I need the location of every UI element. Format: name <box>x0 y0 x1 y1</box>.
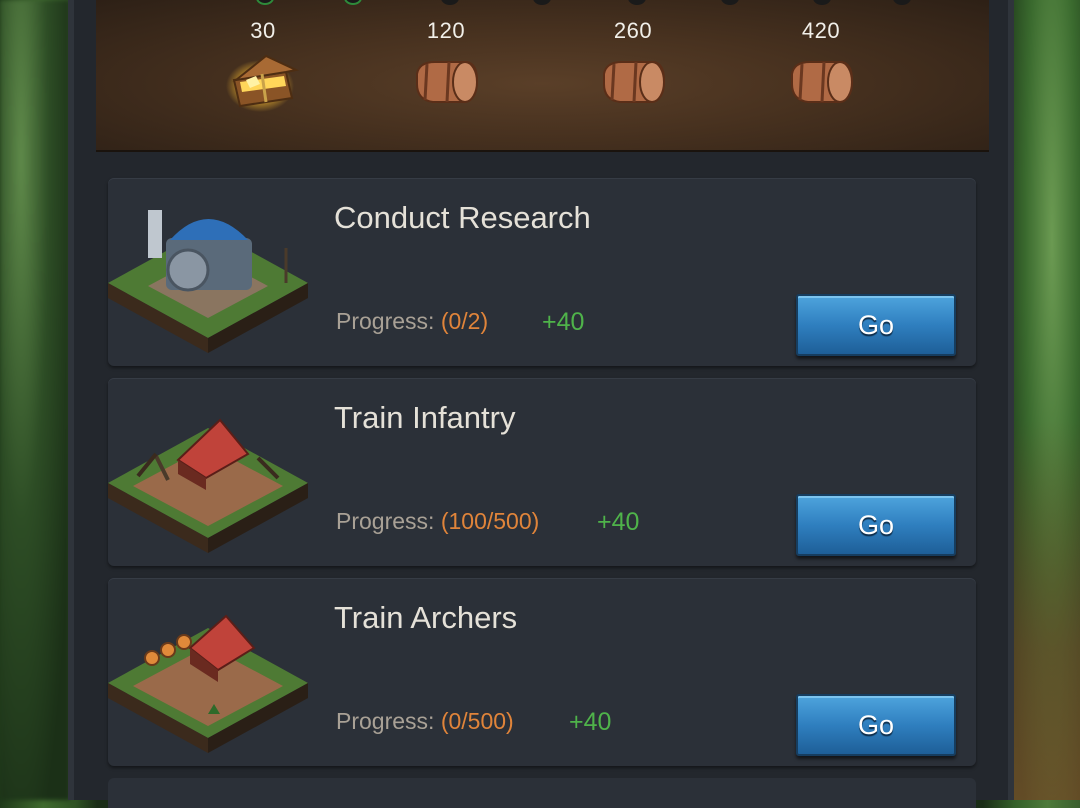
task-progress: Progress: (0/2) <box>336 308 488 335</box>
treasure-chest-icon[interactable] <box>226 50 300 112</box>
reward-milestone-strip: 30 120 260 420 <box>96 0 989 152</box>
progress-label: Progress: <box>336 508 435 534</box>
task-card-train-infantry: Train Infantry Progress: (100/500) +40 G… <box>108 378 976 566</box>
go-button[interactable]: Go <box>796 294 956 356</box>
task-progress: Progress: (100/500) <box>336 508 539 535</box>
track-node <box>441 0 459 5</box>
track-node <box>256 0 274 5</box>
task-points: +40 <box>569 708 612 736</box>
progress-value: (0/2) <box>440 308 489 334</box>
task-card-partial <box>108 778 976 808</box>
milestone-value: 120 <box>426 18 466 43</box>
track-node <box>344 0 362 5</box>
task-card-conduct-research: Conduct Research Progress: (0/2) +40 Go <box>108 178 976 366</box>
milestone-value: 420 <box>801 18 841 43</box>
task-progress: Progress: (0/500) <box>336 708 514 735</box>
wooden-chest-icon[interactable] <box>411 56 481 108</box>
track-node <box>721 0 739 5</box>
academy-building-icon <box>108 188 318 358</box>
task-title: Conduct Research <box>334 200 591 235</box>
progress-label: Progress: <box>336 708 435 734</box>
wooden-chest-icon[interactable] <box>598 56 668 108</box>
milestone-value: 30 <box>250 18 276 43</box>
archery-range-building-icon <box>108 588 318 758</box>
background-right <box>1010 0 1080 800</box>
go-button[interactable]: Go <box>796 494 956 556</box>
task-card-train-archers: Train Archers Progress: (0/500) +40 Go <box>108 578 976 766</box>
barracks-building-icon <box>108 388 318 558</box>
milestone-420[interactable]: 420 <box>766 18 876 108</box>
task-points: +40 <box>542 308 585 336</box>
wooden-chest-icon[interactable] <box>786 56 856 108</box>
milestone-30[interactable]: 30 <box>208 18 318 112</box>
task-title: Train Infantry <box>334 400 516 435</box>
track-node <box>533 0 551 5</box>
go-button[interactable]: Go <box>796 694 956 756</box>
progress-value: (0/500) <box>440 708 514 734</box>
track-node <box>628 0 646 5</box>
track-node <box>893 0 911 5</box>
milestone-260[interactable]: 260 <box>578 18 688 108</box>
progress-track <box>96 0 989 5</box>
task-points: +40 <box>597 508 640 536</box>
task-title: Train Archers <box>334 600 518 635</box>
milestone-120[interactable]: 120 <box>391 18 501 108</box>
background-left <box>0 0 70 800</box>
progress-value: (100/500) <box>440 508 540 534</box>
milestone-value: 260 <box>613 18 653 43</box>
track-node <box>813 0 831 5</box>
progress-label: Progress: <box>336 308 435 334</box>
